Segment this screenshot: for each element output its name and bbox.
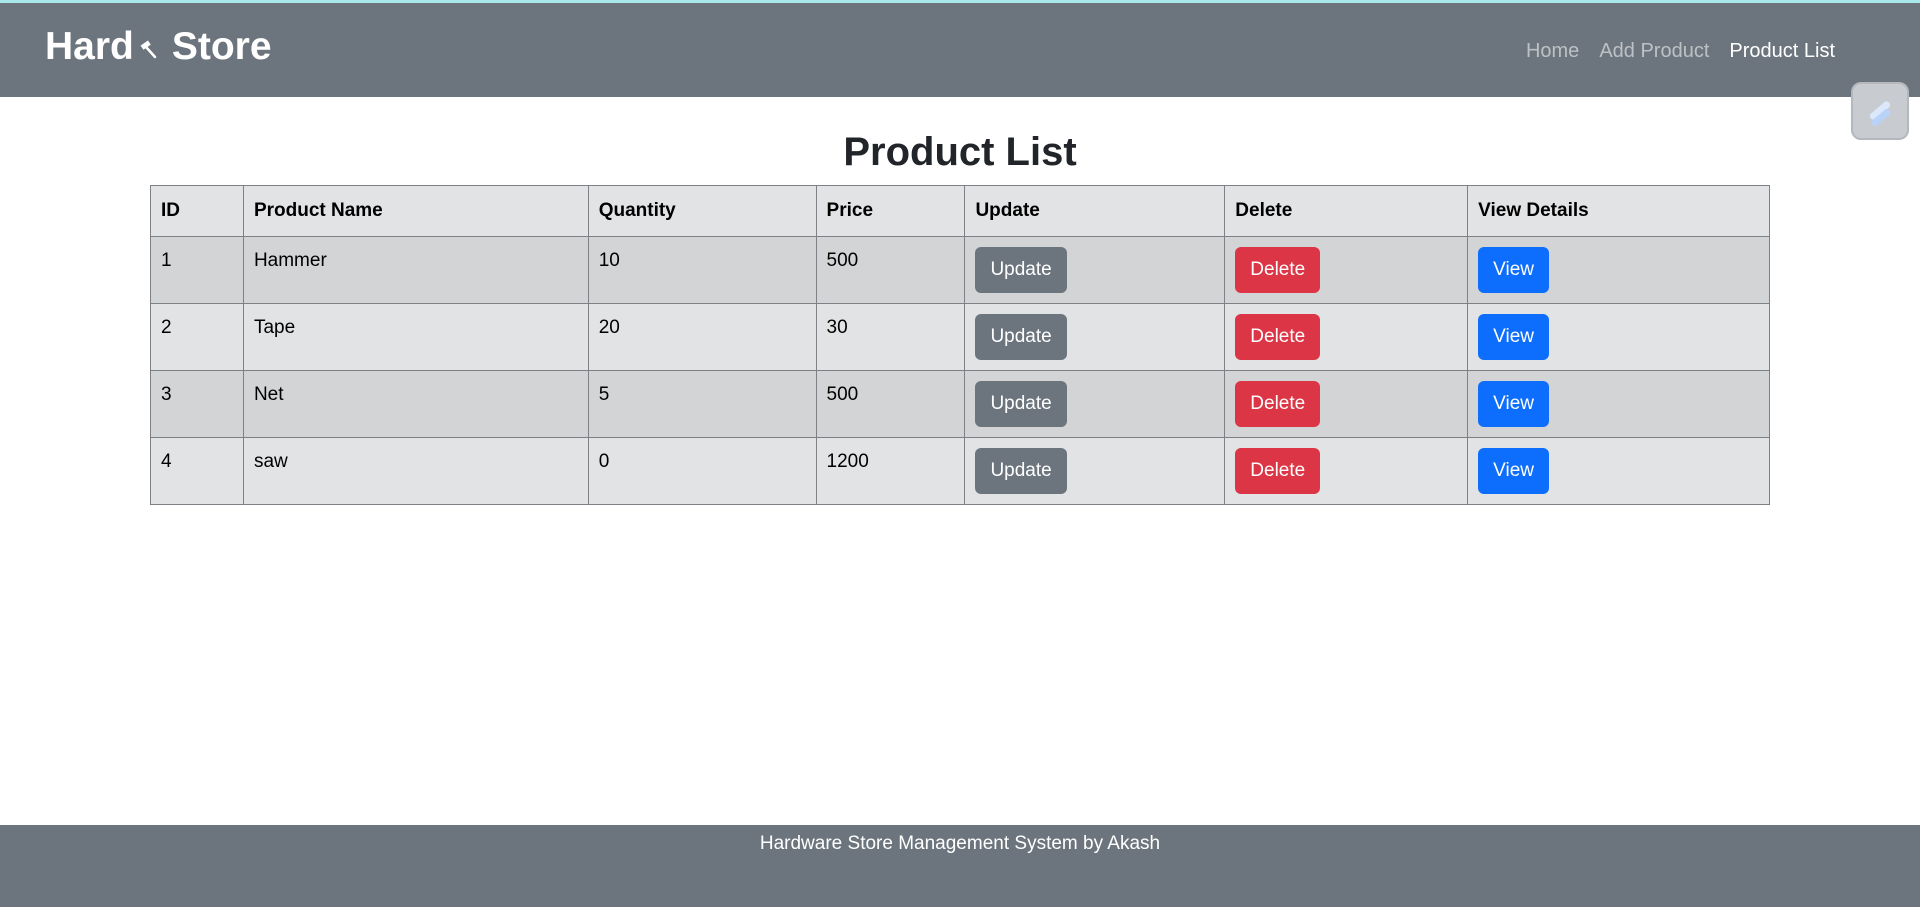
hammer-icon (136, 32, 160, 62)
view-button[interactable]: View (1478, 381, 1549, 427)
delete-button[interactable]: Delete (1235, 247, 1321, 293)
delete-button[interactable]: Delete (1235, 381, 1321, 427)
table-row: 1 Hammer 10 500 Update Delete View (150, 236, 1770, 304)
table-row: 2 Tape 20 30 Update Delete View (150, 303, 1770, 371)
cell-delete: Delete (1224, 437, 1469, 505)
header-id: ID (150, 185, 244, 237)
delete-button[interactable]: Delete (1235, 314, 1321, 360)
cell-product-name: saw (242, 437, 589, 505)
view-button[interactable]: View (1478, 314, 1549, 360)
cell-update: Update (964, 236, 1226, 304)
cell-view: View (1467, 236, 1770, 304)
cell-view: View (1467, 303, 1770, 371)
brand-name-right: Store (171, 25, 272, 68)
cell-price: 1200 (815, 437, 966, 505)
cell-update: Update (964, 303, 1226, 371)
header-view-details: View Details (1467, 185, 1770, 237)
table-row: 4 saw 0 1200 Update Delete View (150, 437, 1770, 505)
header-price: Price (815, 185, 966, 237)
cell-delete: Delete (1224, 236, 1469, 304)
cell-product-name: Tape (242, 303, 589, 371)
cell-delete: Delete (1224, 303, 1469, 371)
cell-id: 2 (150, 303, 244, 371)
brand-logo[interactable]: Hard Store (45, 27, 272, 66)
cell-quantity: 10 (587, 236, 817, 304)
header-quantity: Quantity (587, 185, 817, 237)
product-table: ID Product Name Quantity Price Update De… (150, 185, 1770, 505)
update-button[interactable]: Update (975, 314, 1067, 360)
cell-delete: Delete (1224, 370, 1469, 438)
update-button[interactable]: Update (975, 247, 1067, 293)
nav-link-home[interactable]: Home (1526, 41, 1579, 61)
cell-price: 500 (815, 370, 966, 438)
view-button[interactable]: View (1478, 247, 1549, 293)
cell-quantity: 20 (587, 303, 817, 371)
cell-price: 30 (815, 303, 966, 371)
header-delete: Delete (1224, 185, 1469, 237)
page-title: Product List (843, 130, 1077, 174)
pen-icon (1862, 93, 1898, 129)
cell-price: 500 (815, 236, 966, 304)
navbar: Hard Store Home Add Product Product List (0, 3, 1920, 97)
footer: Hardware Store Management System by Akas… (0, 825, 1920, 907)
header-product-name: Product Name (242, 185, 589, 237)
cell-id: 3 (150, 370, 244, 438)
nav-link-add-product[interactable]: Add Product (1599, 41, 1709, 61)
nav-links: Home Add Product Product List (1526, 41, 1835, 61)
table-header-row: ID Product Name Quantity Price Update De… (150, 185, 1770, 237)
brand-name-left: Hard (45, 25, 134, 68)
cell-product-name: Net (242, 370, 589, 438)
footer-text: Hardware Store Management System by Akas… (759, 833, 1161, 854)
cell-quantity: 5 (587, 370, 817, 438)
nav-link-product-list[interactable]: Product List (1729, 41, 1835, 61)
cell-id: 1 (150, 236, 244, 304)
cell-update: Update (964, 370, 1226, 438)
cell-view: View (1467, 437, 1770, 505)
table-row: 3 Net 5 500 Update Delete View (150, 370, 1770, 438)
cell-quantity: 0 (587, 437, 817, 505)
cell-id: 4 (150, 437, 244, 505)
cell-product-name: Hammer (242, 236, 589, 304)
view-button[interactable]: View (1478, 448, 1549, 494)
update-button[interactable]: Update (975, 381, 1067, 427)
header-update: Update (964, 185, 1226, 237)
cell-view: View (1467, 370, 1770, 438)
cell-update: Update (964, 437, 1226, 505)
update-button[interactable]: Update (975, 448, 1067, 494)
delete-button[interactable]: Delete (1235, 448, 1321, 494)
